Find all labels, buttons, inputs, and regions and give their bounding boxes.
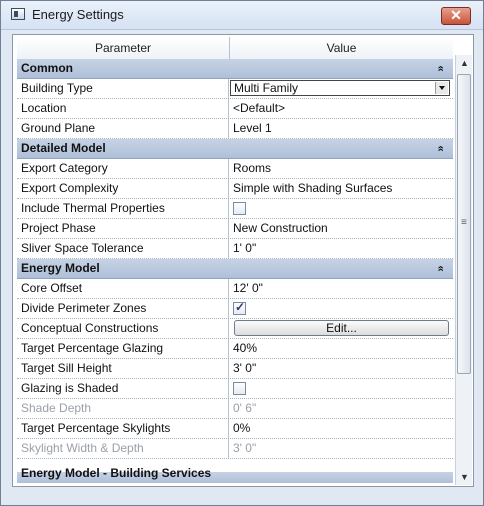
parameter-cell: Skylight Width & Depth: [17, 439, 229, 458]
scrollbar-thumb[interactable]: ≡: [457, 74, 471, 374]
value-cell[interactable]: 12' 0": [233, 279, 451, 298]
value-cell[interactable]: New Construction: [233, 219, 451, 238]
column-header-value[interactable]: Value: [230, 37, 453, 59]
table-row[interactable]: Export Category Rooms: [17, 159, 453, 179]
parameter-cell: Sliver Space Tolerance: [17, 239, 229, 258]
parameter-cell: Target Percentage Skylights: [17, 419, 229, 438]
value-cell[interactable]: Level 1: [233, 119, 451, 138]
table-row[interactable]: Core Offset 12' 0": [17, 279, 453, 299]
parameter-cell: Conceptual Constructions: [17, 319, 229, 338]
parameter-cell: Export Category: [17, 159, 229, 178]
parameter-cell: Core Offset: [17, 279, 229, 298]
checkbox[interactable]: [233, 300, 246, 315]
app-window-icon: [11, 8, 25, 20]
value-cell[interactable]: 3' 0": [233, 359, 451, 378]
collapse-chevron-icon[interactable]: «: [430, 145, 449, 151]
parameter-cell: Include Thermal Properties: [17, 199, 229, 218]
value-cell[interactable]: <Default>: [233, 99, 451, 118]
table-row[interactable]: Include Thermal Properties: [17, 199, 453, 219]
parameter-cell: Project Phase: [17, 219, 229, 238]
table-row[interactable]: Ground Plane Level 1: [17, 119, 453, 139]
table-row[interactable]: Shade Depth 0' 6": [17, 399, 453, 419]
table-row[interactable]: Conceptual Constructions Edit...: [17, 319, 453, 339]
collapse-chevron-icon[interactable]: «: [430, 65, 449, 71]
table-row[interactable]: Building Type Multi Family: [17, 79, 453, 99]
section-header-energy-model[interactable]: Energy Model «: [17, 259, 453, 279]
value-cell[interactable]: Simple with Shading Surfaces: [233, 179, 451, 198]
table-row[interactable]: Skylight Width & Depth 3' 0": [17, 439, 453, 459]
scroll-up-arrow-icon[interactable]: ▲: [457, 55, 472, 71]
grip-icon: ≡: [461, 217, 467, 228]
parameter-cell: Building Type: [17, 79, 229, 98]
column-header-parameter[interactable]: Parameter: [17, 37, 230, 59]
section-label: Common: [21, 61, 73, 75]
table-row[interactable]: Export Complexity Simple with Shading Sur…: [17, 179, 453, 199]
checkbox[interactable]: [233, 382, 246, 395]
value-cell[interactable]: 1' 0": [233, 239, 451, 258]
parameter-cell: Glazing is Shaded: [17, 379, 229, 398]
section-label: Detailed Model: [21, 141, 106, 155]
table-row[interactable]: Target Percentage Glazing 40%: [17, 339, 453, 359]
energy-settings-window: Energy Settings ✕ Parameter Value Common…: [0, 0, 484, 506]
value-cell[interactable]: Rooms: [233, 159, 451, 178]
parameter-grid: Parameter Value Common « Building Type Mult…: [17, 37, 453, 483]
table-row[interactable]: Target Sill Height 3' 0": [17, 359, 453, 379]
close-button[interactable]: ✕: [441, 7, 471, 25]
checkbox[interactable]: [233, 202, 246, 215]
value-cell[interactable]: 0%: [233, 419, 451, 438]
value-cell: 0' 6": [233, 401, 257, 415]
building-type-select[interactable]: Multi Family: [230, 80, 450, 96]
parameter-cell: Shade Depth: [17, 399, 229, 418]
table-row[interactable]: Project Phase New Construction: [17, 219, 453, 239]
parameter-cell: Ground Plane: [17, 119, 229, 138]
section-label: Energy Model: [21, 261, 100, 275]
parameter-cell: Target Percentage Glazing: [17, 339, 229, 358]
selected-value: Multi Family: [234, 81, 299, 95]
scroll-down-arrow-icon[interactable]: ▼: [457, 469, 472, 485]
value-cell[interactable]: 40%: [233, 339, 451, 358]
table-row[interactable]: Divide Perimeter Zones: [17, 299, 453, 319]
parameter-cell: Divide Perimeter Zones: [17, 299, 229, 318]
value-cell: 3' 0": [233, 441, 257, 455]
edit-button[interactable]: Edit...: [234, 320, 449, 336]
grid-header: Parameter Value: [17, 37, 453, 60]
table-row[interactable]: Glazing is Shaded: [17, 379, 453, 399]
chevron-down-icon[interactable]: [435, 82, 448, 94]
section-header-detailed-model[interactable]: Detailed Model «: [17, 139, 453, 159]
section-header-common[interactable]: Common «: [17, 59, 453, 79]
title-bar: Energy Settings ✕: [1, 1, 483, 30]
collapse-chevron-icon[interactable]: «: [430, 265, 449, 271]
window-title: Energy Settings: [32, 7, 124, 22]
table-row[interactable]: Sliver Space Tolerance 1' 0": [17, 239, 453, 259]
parameter-cell: Location: [17, 99, 229, 118]
table-row[interactable]: Target Percentage Skylights 0%: [17, 419, 453, 439]
section-header-energy-model-building-services[interactable]: Energy Model - Building Services: [17, 466, 453, 483]
table-row[interactable]: Location <Default>: [17, 99, 453, 119]
parameter-cell: Target Sill Height: [17, 359, 229, 378]
section-label: Energy Model - Building Services: [21, 466, 212, 480]
parameter-cell: Export Complexity: [17, 179, 229, 198]
vertical-scrollbar[interactable]: ▲ ≡ ▼: [455, 55, 472, 485]
